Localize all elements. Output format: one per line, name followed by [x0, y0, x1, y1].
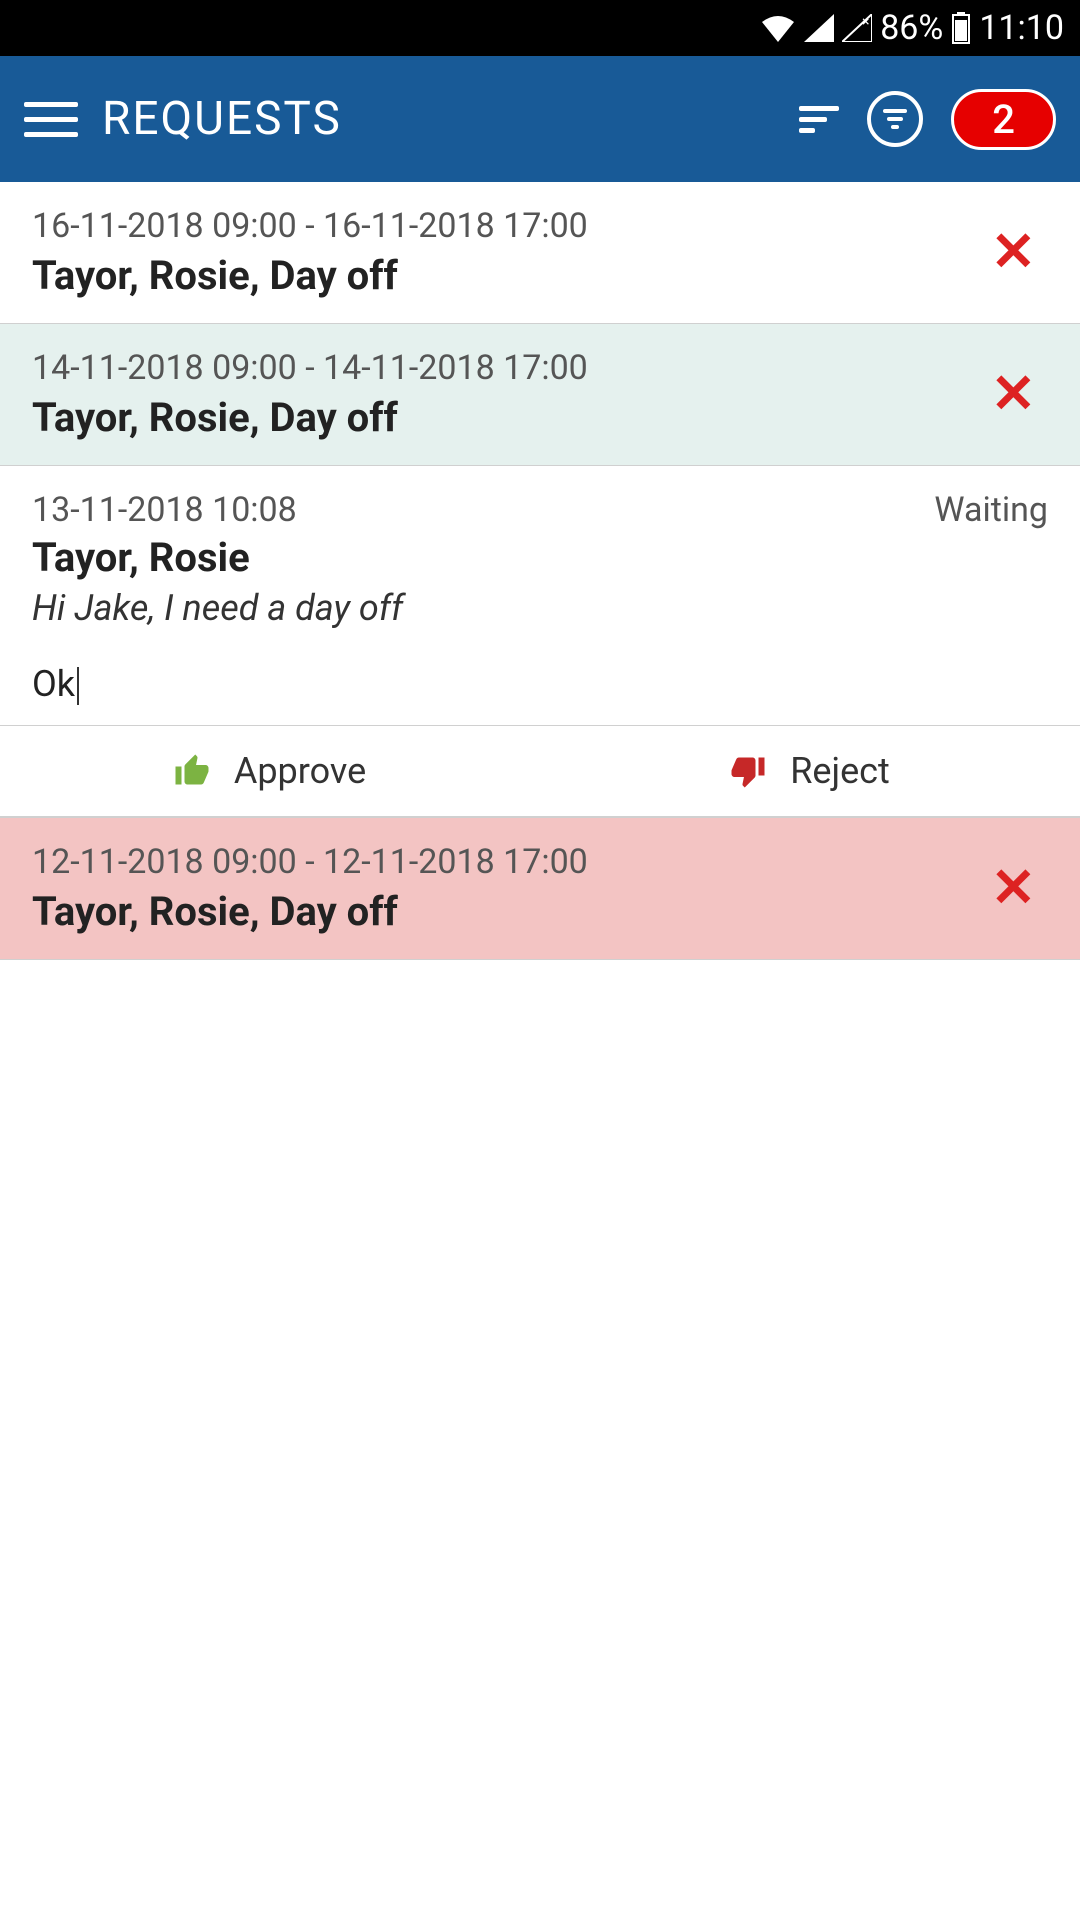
- status-icons: × 86% 11:10: [760, 8, 1064, 48]
- sort-icon[interactable]: [799, 106, 839, 133]
- wifi-icon: [760, 14, 796, 42]
- approve-label: Approve: [234, 750, 366, 792]
- request-title: Tayor, Rosie, Day off: [32, 252, 979, 299]
- reject-button[interactable]: Reject: [540, 726, 1080, 816]
- expanded-timestamp: 13-11-2018 10:08: [32, 490, 297, 530]
- action-bar: Approve Reject: [0, 726, 1080, 818]
- expanded-name: Tayor, Rosie: [32, 534, 1048, 581]
- request-title: Tayor, Rosie, Day off: [32, 394, 979, 441]
- menu-icon[interactable]: [24, 102, 78, 137]
- svg-text:×: ×: [862, 14, 869, 30]
- clock-time: 11:10: [979, 8, 1064, 48]
- request-title: Tayor, Rosie, Day off: [32, 888, 979, 935]
- battery-percent: 86%: [880, 8, 943, 48]
- close-icon[interactable]: ✕: [979, 226, 1048, 280]
- signal-full-icon: [804, 14, 834, 42]
- status-bar: × 86% 11:10: [0, 0, 1080, 56]
- toolbar-actions: 2: [799, 89, 1056, 150]
- battery-icon: [951, 12, 971, 44]
- app-bar: REQUESTS 2: [0, 56, 1080, 182]
- filter-icon[interactable]: [867, 91, 923, 147]
- page-title: REQUESTS: [102, 92, 775, 146]
- request-item[interactable]: 16-11-2018 09:00 - 16-11-2018 17:00 Tayo…: [0, 182, 1080, 324]
- request-item[interactable]: 12-11-2018 09:00 - 12-11-2018 17:00 Tayo…: [0, 818, 1080, 960]
- thumb-down-icon: [730, 753, 766, 789]
- reply-input[interactable]: Ok: [32, 663, 79, 705]
- approve-button[interactable]: Approve: [0, 726, 540, 816]
- status-label: Waiting: [934, 490, 1048, 530]
- expanded-message: Hi Jake, I need a day off: [32, 587, 1048, 629]
- notification-badge[interactable]: 2: [951, 89, 1056, 150]
- request-date-range: 12-11-2018 09:00 - 12-11-2018 17:00: [32, 842, 979, 882]
- expanded-request: 13-11-2018 10:08 Waiting Tayor, Rosie Hi…: [0, 466, 1080, 726]
- reject-label: Reject: [790, 750, 890, 792]
- request-item[interactable]: 14-11-2018 09:00 - 14-11-2018 17:00 Tayo…: [0, 324, 1080, 466]
- close-icon[interactable]: ✕: [979, 862, 1048, 916]
- signal-no-data-icon: ×: [842, 14, 872, 42]
- close-icon[interactable]: ✕: [979, 368, 1048, 422]
- request-date-range: 16-11-2018 09:00 - 16-11-2018 17:00: [32, 206, 979, 246]
- request-date-range: 14-11-2018 09:00 - 14-11-2018 17:00: [32, 348, 979, 388]
- text-cursor: [77, 667, 79, 705]
- thumb-up-icon: [174, 753, 210, 789]
